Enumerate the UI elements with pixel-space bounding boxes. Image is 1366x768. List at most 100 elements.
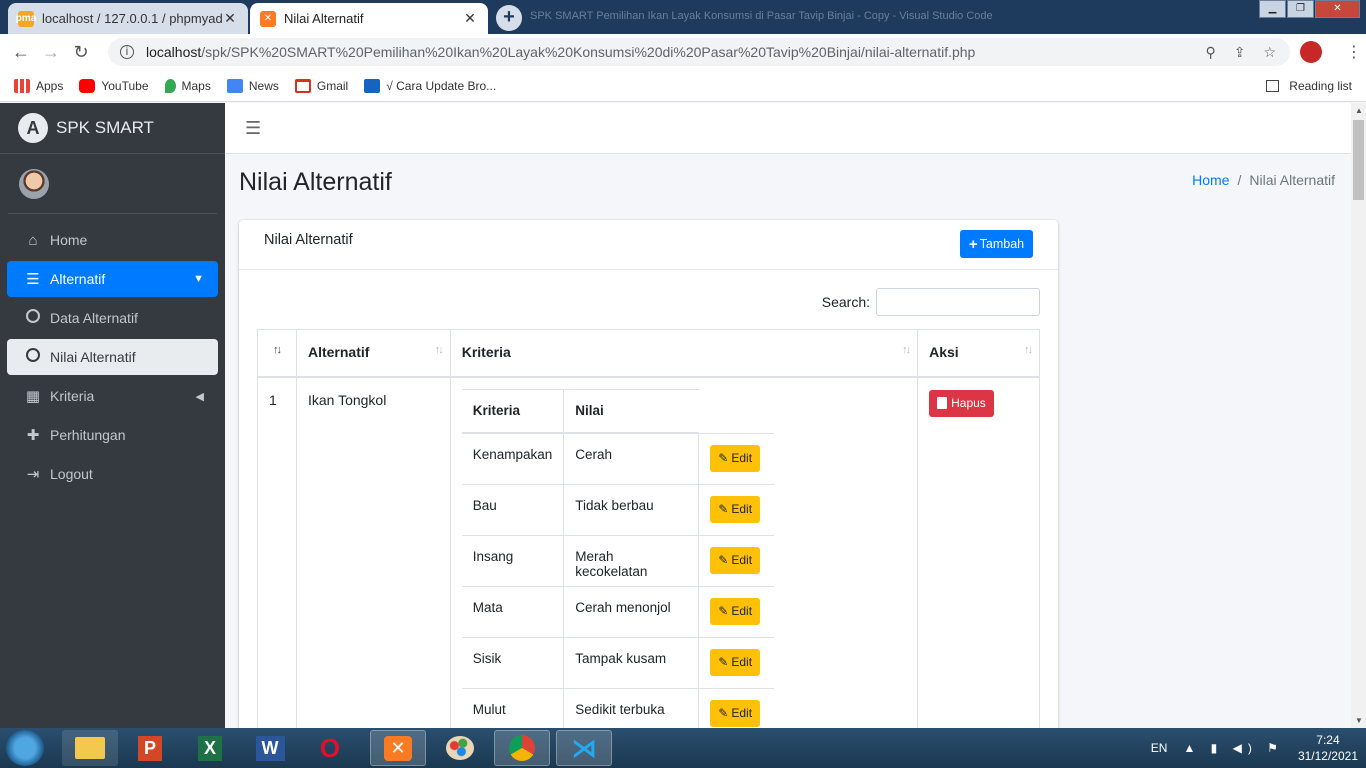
- breadcrumb-current: Nilai Alternatif: [1249, 172, 1335, 188]
- close-tab-icon[interactable]: ✕: [462, 10, 478, 27]
- start-button[interactable]: [6, 730, 44, 766]
- add-button[interactable]: + Tambah: [960, 230, 1033, 258]
- new-tab-button[interactable]: +: [496, 5, 522, 31]
- share-icon[interactable]: ⇪: [1234, 44, 1246, 61]
- chevron-left-icon: ◀: [195, 390, 204, 403]
- reading-list-button[interactable]: Reading list: [1266, 79, 1352, 93]
- sidebar-item-home[interactable]: ⌂ Home: [7, 222, 218, 258]
- trash-icon: [937, 397, 948, 409]
- xampp-icon[interactable]: ✕: [370, 730, 426, 766]
- sort-icon: ↑↓: [434, 344, 444, 356]
- scroll-thumb[interactable]: [1353, 120, 1364, 200]
- logout-icon: ⇥: [26, 466, 40, 483]
- edit-button[interactable]: ✎ Edit: [710, 495, 761, 523]
- avatar[interactable]: [19, 168, 49, 199]
- zoom-icon[interactable]: ⚲: [1205, 44, 1215, 61]
- tab-title: localhost / 127.0.0.1 / phpmyadmin: [42, 11, 222, 26]
- gmail-icon: [294, 78, 311, 93]
- opera-icon[interactable]: O: [302, 730, 358, 766]
- search-input[interactable]: [876, 288, 1040, 316]
- sidebar-item-data-alternatif[interactable]: Data Alternatif: [7, 300, 218, 336]
- breadcrumb-home-link[interactable]: Home: [1192, 172, 1229, 188]
- word-icon[interactable]: W: [242, 730, 298, 766]
- site-favicon-icon: [364, 78, 381, 93]
- excel-icon[interactable]: X: [182, 730, 238, 766]
- edit-button[interactable]: ✎ Edit: [710, 546, 761, 574]
- explorer-icon[interactable]: [62, 730, 118, 766]
- close-window-button[interactable]: ✕: [1315, 0, 1360, 18]
- sidebar-item-label: Kriteria: [50, 388, 95, 404]
- browser-menu-icon[interactable]: ⋮: [1346, 42, 1362, 62]
- edit-button[interactable]: ✎ Edit: [710, 597, 761, 625]
- bookmark-star-icon[interactable]: ☆: [1263, 44, 1276, 61]
- reading-list-icon: [1266, 80, 1280, 92]
- language-indicator[interactable]: EN: [1151, 741, 1168, 755]
- bookmark-news[interactable]: News: [226, 78, 279, 93]
- column-header-kriteria[interactable]: Kriteria ↑↓: [449, 329, 919, 378]
- bookmark-maps[interactable]: Maps: [164, 78, 211, 93]
- vscode-icon[interactable]: ⋊: [556, 730, 612, 766]
- maximize-button[interactable]: ❐: [1287, 0, 1314, 18]
- address-toolbar: ← → ↻ i localhost/spk/SPK%20SMART%20Pemi…: [0, 34, 1366, 70]
- sidebar-item-kriteria[interactable]: ▦ Kriteria ◀: [7, 378, 218, 414]
- breadcrumb-separator: /: [1237, 172, 1242, 188]
- profile-avatar[interactable]: [1300, 41, 1322, 63]
- chrome-icon[interactable]: [494, 730, 550, 766]
- inner-header-kriteria: Kriteria: [461, 388, 564, 434]
- pencil-icon: ✎: [718, 655, 729, 669]
- edit-button[interactable]: ✎ Edit: [710, 699, 761, 727]
- pencil-icon: ✎: [718, 502, 729, 516]
- inner-header-nilai: Nilai: [563, 388, 699, 434]
- paint-icon[interactable]: [432, 730, 488, 766]
- forward-icon[interactable]: →: [36, 42, 66, 63]
- edit-label: Edit: [731, 604, 753, 618]
- pencil-icon: ✎: [718, 451, 729, 465]
- bookmark-apps[interactable]: Apps: [14, 78, 63, 93]
- sidebar-item-label: Perhitungan: [50, 427, 126, 443]
- url-bar[interactable]: i localhost/spk/SPK%20SMART%20Pemilihan%…: [108, 38, 1290, 66]
- page-scrollbar[interactable]: ▲ ▼: [1351, 103, 1366, 728]
- brand-link[interactable]: A SPK SMART: [0, 103, 225, 154]
- chevron-down-icon: ▼: [193, 273, 204, 285]
- sidebar-item-perhitungan[interactable]: ✚ Perhitungan: [7, 417, 218, 453]
- background-window-title: SPK SMART Pemilihan Ikan Layak Konsumsi …: [530, 10, 993, 22]
- plus-icon: +: [968, 235, 978, 253]
- back-icon[interactable]: ←: [6, 42, 36, 63]
- edit-button[interactable]: ✎ Edit: [710, 444, 761, 472]
- pencil-icon: ✎: [718, 706, 729, 720]
- column-header-no[interactable]: ↑↓: [257, 329, 297, 378]
- sidebar-item-nilai-alternatif[interactable]: Nilai Alternatif: [7, 339, 218, 375]
- card-title: Nilai Alternatif: [264, 232, 353, 248]
- edit-button[interactable]: ✎ Edit: [710, 648, 761, 676]
- column-header-aksi[interactable]: Aksi ↑↓: [917, 329, 1040, 378]
- bookmark-gmail[interactable]: Gmail: [294, 78, 348, 93]
- powerpoint-icon[interactable]: P: [122, 730, 178, 766]
- home-icon: ⌂: [28, 231, 38, 249]
- tab-nilai-alternatif[interactable]: ✕ Nilai Alternatif ✕: [250, 3, 488, 34]
- sidebar-item-label: Nilai Alternatif: [50, 349, 136, 365]
- kriteria-value: Cerah menonjol: [563, 585, 699, 637]
- site-info-icon[interactable]: i: [120, 45, 134, 59]
- bookmark-label: News: [248, 78, 279, 93]
- kriteria-value: Cerah: [563, 432, 699, 484]
- clock[interactable]: 7:24 31/12/2021: [1298, 732, 1358, 764]
- tray-icons[interactable]: ▲ ▮ ◀) ⚑: [1183, 741, 1283, 755]
- bookmark-cara-update[interactable]: √ Cara Update Bro...: [364, 78, 496, 93]
- kriteria-action: ✎ Edit: [698, 585, 774, 637]
- minimize-button[interactable]: ▁: [1259, 0, 1286, 18]
- delete-button[interactable]: Hapus: [929, 389, 994, 417]
- scroll-down-icon[interactable]: ▼: [1355, 716, 1363, 725]
- sidebar-item-logout[interactable]: ⇥ Logout: [7, 456, 218, 492]
- column-header-alternatif[interactable]: Alternatif ↑↓: [295, 329, 451, 378]
- scroll-up-icon[interactable]: ▲: [1355, 106, 1363, 115]
- hamburger-menu-icon[interactable]: ☰: [245, 118, 261, 139]
- sidebar-item-alternatif[interactable]: ☰ Alternatif ▼: [7, 261, 218, 297]
- windows-taskbar: P X W O ✕ ⋊ EN ▲ ▮ ◀) ⚑ 7:24 31/12/2021: [0, 728, 1366, 768]
- tab-phpmyadmin[interactable]: pma localhost / 127.0.0.1 / phpmyadmin ✕: [8, 3, 248, 34]
- reload-icon[interactable]: ↻: [66, 42, 96, 63]
- breadcrumb: Home / Nilai Alternatif: [1192, 172, 1335, 188]
- clock-time: 7:24: [1316, 733, 1340, 747]
- bookmark-youtube[interactable]: YouTube: [79, 78, 149, 93]
- close-tab-icon[interactable]: ✕: [222, 10, 238, 27]
- column-label: Aksi: [929, 344, 959, 360]
